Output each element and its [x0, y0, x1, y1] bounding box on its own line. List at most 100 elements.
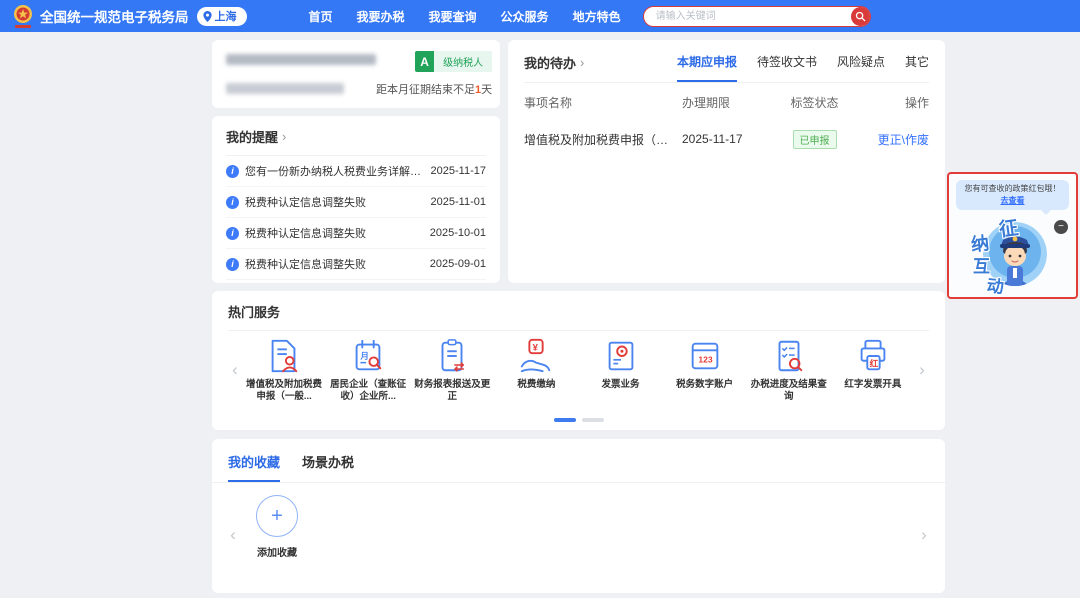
- location-selector[interactable]: 上海: [197, 7, 247, 26]
- info-icon: i: [226, 196, 239, 209]
- rating-letter: A: [415, 51, 434, 72]
- info-icon: i: [226, 165, 239, 178]
- service-enterprise-income-tax[interactable]: 月 居民企业（查账征收）企业所...: [326, 337, 410, 404]
- yuan-glyph: ¥: [533, 342, 539, 353]
- service-label: 增值税及附加税费申报（一般...: [245, 379, 323, 404]
- rating-label: 级纳税人: [434, 51, 492, 72]
- tax-payment-icon: ¥: [517, 337, 555, 375]
- service-label: 居民企业（查账征收）企业所...: [329, 379, 407, 404]
- todo-title: 我的待办: [524, 53, 576, 72]
- reminder-item[interactable]: i 税费种认定信息调整失败 2025-09-01: [226, 249, 486, 280]
- reminders-title: 我的提醒: [226, 127, 278, 146]
- carousel-next-button[interactable]: ›: [915, 360, 929, 380]
- reminder-text: 税费种认定信息调整失败: [245, 225, 424, 241]
- location-label: 上海: [215, 8, 237, 24]
- service-invoice-business[interactable]: 发票业务: [579, 337, 663, 404]
- reminder-item[interactable]: i 税费种认定信息调整失败 2025-10-01: [226, 218, 486, 249]
- main-nav: 首页 我要办税 我要查询 公众服务 地方特色: [309, 8, 621, 25]
- reminder-date: 2025-09-01: [430, 258, 486, 270]
- chevron-right-icon: ›: [282, 129, 286, 144]
- credit-rating-badge: A 级纳税人: [415, 51, 492, 72]
- reminder-date: 2025-11-01: [431, 196, 486, 208]
- todo-tabs: 本期应申报 待签收文书 风险疑点 其它: [677, 53, 929, 82]
- service-progress-query[interactable]: 办税进度及结果查询: [747, 337, 831, 404]
- service-label: 红字发票开具: [844, 379, 901, 391]
- nav-tax-handling[interactable]: 我要办税: [357, 8, 405, 25]
- reminder-text: 税费种认定信息调整失败: [245, 256, 424, 272]
- chevron-right-icon: ›: [580, 55, 584, 70]
- service-financial-report[interactable]: ⇄ 财务报表报送及更正: [410, 337, 494, 404]
- search-button[interactable]: [851, 7, 870, 26]
- plus-icon: +: [256, 495, 298, 537]
- redacted-taxpayer-identity: [226, 51, 376, 97]
- tax-emblem-logo: [12, 4, 34, 28]
- tab-my-favorites[interactable]: 我的收藏: [228, 452, 280, 482]
- my-reminders-card: 我的提醒 › i 您有一份新办纳税人税费业务详解，... 2025-11-17 …: [212, 116, 500, 283]
- nav-tax-query[interactable]: 我要查询: [429, 8, 477, 25]
- todo-item-deadline: 2025-11-17: [682, 132, 772, 146]
- nav-local-features[interactable]: 地方特色: [573, 8, 621, 25]
- favorites-tabs: 我的收藏 场景办税: [212, 439, 945, 483]
- correct-void-link[interactable]: 更正\作废: [878, 133, 929, 147]
- location-pin-icon: [203, 11, 212, 22]
- minimize-widget-button[interactable]: −: [1054, 220, 1068, 234]
- favorites-card: 我的收藏 场景办税 ‹ + 添加收藏 ›: [212, 439, 945, 593]
- tab-risk-points[interactable]: 风险疑点: [837, 53, 885, 82]
- table-row: 增值税及附加税费申报（一般纳税人适... 2025-11-17 已申报 更正\作…: [524, 121, 929, 157]
- info-icon: i: [226, 227, 239, 240]
- month-glyph: 月: [360, 351, 370, 361]
- add-favorite-button[interactable]: + 添加收藏: [256, 495, 298, 559]
- view-policy-link[interactable]: 去查看: [1001, 196, 1025, 207]
- my-todo-card: 我的待办 › 本期应申报 待签收文书 风险疑点 其它 事项名称 办理期限 标签状…: [508, 40, 945, 283]
- reminder-item[interactable]: i 您有一份新办纳税人税费业务详解，... 2025-11-17: [226, 156, 486, 187]
- mascot-char: 动: [986, 271, 1006, 298]
- hot-services-card: 热门服务 ‹ 增值税及附加税费申报（一般...: [212, 291, 945, 430]
- reminder-date: 2025-11-17: [431, 165, 486, 177]
- pagination-dot-active[interactable]: [554, 418, 576, 422]
- redacted-taxpayer-id: [226, 83, 344, 94]
- service-label: 税务数字账户: [676, 379, 733, 391]
- carousel-prev-button[interactable]: ‹: [228, 360, 242, 380]
- red-invoice-icon: 红: [854, 337, 892, 375]
- search-icon: [855, 11, 866, 22]
- col-action: 操作: [857, 94, 929, 111]
- service-label: 财务报表报送及更正: [413, 379, 491, 404]
- pagination-dot[interactable]: [582, 418, 604, 422]
- deadline-prefix: 距本月征期结束不足: [376, 84, 475, 96]
- hot-services-title: 热门服务: [228, 302, 280, 321]
- numbers-glyph: 123: [698, 355, 713, 365]
- site-title: 全国统一规范电子税务局: [40, 6, 189, 26]
- invoice-business-icon: [602, 337, 640, 375]
- enterprise-income-tax-icon: 月: [349, 337, 387, 375]
- todo-title-row[interactable]: 我的待办 ›: [524, 53, 584, 72]
- red-char-glyph: 红: [870, 357, 879, 368]
- reminder-item[interactable]: i 税费种认定信息调整失败 2025-11-01: [226, 187, 486, 218]
- logo-caption: [15, 25, 31, 28]
- service-label: 税费缴纳: [517, 379, 555, 391]
- favorites-next-button[interactable]: ›: [917, 525, 931, 545]
- reminder-date: 2025-10-01: [430, 227, 486, 239]
- tab-others[interactable]: 其它: [905, 53, 929, 82]
- tab-documents-to-sign[interactable]: 待签收文书: [757, 53, 817, 82]
- digital-account-icon: 123: [686, 337, 724, 375]
- service-vat-declaration[interactable]: 增值税及附加税费申报（一般...: [242, 337, 326, 404]
- financial-report-icon: ⇄: [433, 337, 471, 375]
- search-input[interactable]: [643, 6, 871, 27]
- service-digital-account[interactable]: 123 税务数字账户: [663, 337, 747, 404]
- add-favorite-label: 添加收藏: [257, 544, 297, 559]
- favorites-prev-button[interactable]: ‹: [226, 525, 240, 545]
- nav-home[interactable]: 首页: [309, 8, 333, 25]
- main-content: A 级纳税人 距本月征期结束不足1天 我的提醒 › i 您有一份新办纳税人税费业…: [212, 40, 945, 593]
- service-tax-payment[interactable]: ¥ 税费缴纳: [494, 337, 578, 404]
- vat-declaration-icon: [265, 337, 303, 375]
- deadline-suffix: 天: [481, 84, 492, 96]
- service-label: 办税进度及结果查询: [750, 379, 828, 404]
- info-icon: i: [226, 258, 239, 271]
- tab-current-declaration[interactable]: 本期应申报: [677, 53, 737, 82]
- service-red-invoice[interactable]: 红 红字发票开具: [831, 337, 915, 404]
- nav-public-services[interactable]: 公众服务: [501, 8, 549, 25]
- reminders-title-row[interactable]: 我的提醒 ›: [226, 127, 486, 156]
- header-search: [643, 6, 871, 27]
- progress-query-icon: [770, 337, 808, 375]
- tab-scenario-tax[interactable]: 场景办税: [302, 452, 354, 482]
